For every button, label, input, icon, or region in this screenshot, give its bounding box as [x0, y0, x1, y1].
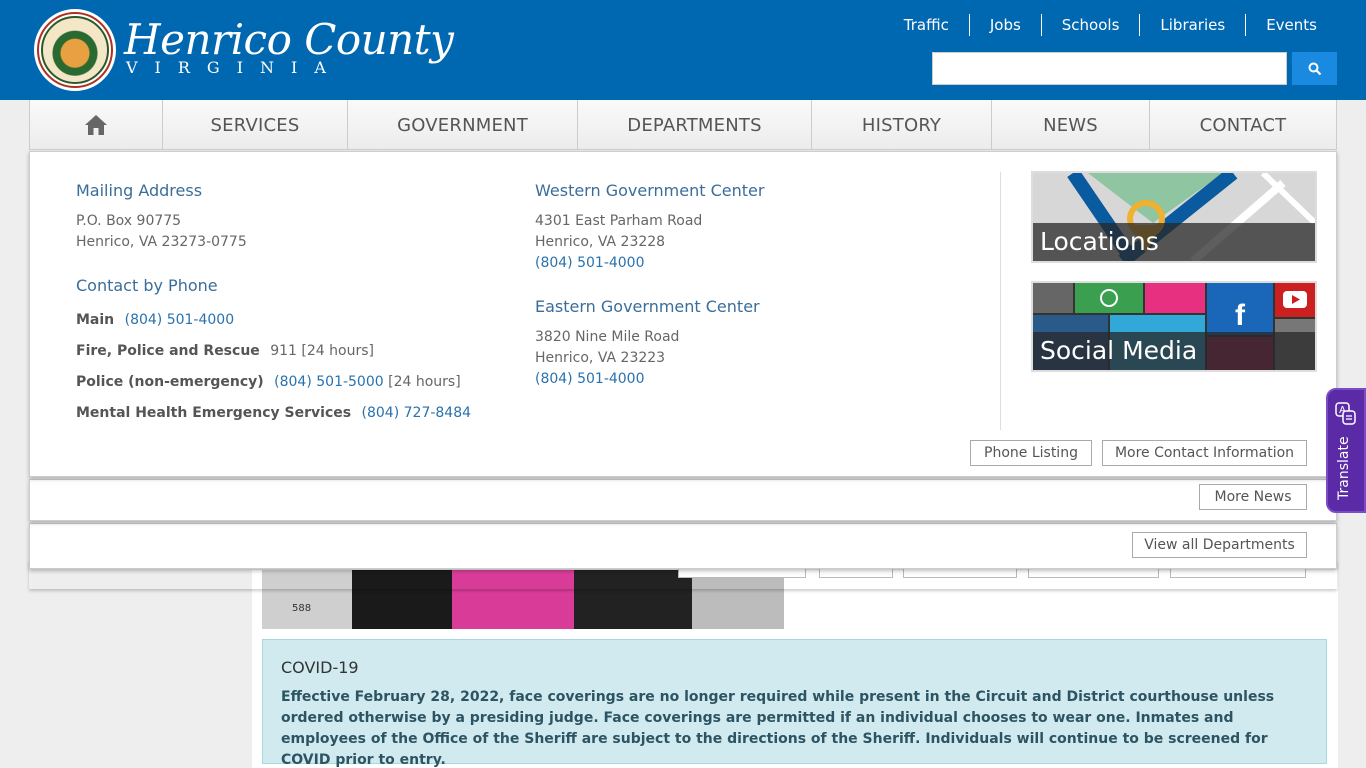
nav-contact[interactable]: CONTACT [1149, 100, 1337, 150]
site-header: Henrico County VIRGINIA Traffic Jobs Sch… [0, 0, 1366, 100]
translate-label: Translate [1336, 436, 1352, 500]
eastern-center-address: 3820 Nine Mile Road Henrico, VA 23223 (8… [535, 327, 679, 390]
nav-news[interactable]: NEWS [991, 100, 1149, 150]
western-phone-link[interactable]: (804) 501-4000 [535, 253, 702, 274]
eastern-line2: Henrico, VA 23223 [535, 350, 666, 366]
covid-title: COVID-19 [281, 658, 359, 677]
toplink-events[interactable]: Events [1245, 14, 1336, 36]
social-media-tile[interactable]: f Social Media [1031, 281, 1317, 372]
phone-number-link[interactable]: (804) 727-8484 [362, 405, 472, 421]
eastern-phone-link[interactable]: (804) 501-4000 [535, 369, 679, 390]
phone-number-link[interactable]: (804) 501-5000 [274, 374, 384, 390]
phone-label: Police (non-emergency) [76, 374, 264, 390]
photo-caption-number: 588 [292, 603, 312, 614]
svg-text:f: f [1235, 299, 1246, 332]
search-icon [1308, 62, 1321, 75]
nav-services[interactable]: SERVICES [162, 100, 347, 150]
phone-label: Main [76, 312, 115, 328]
nav-home[interactable] [29, 100, 162, 150]
news-dropdown-panel: More News [29, 479, 1337, 521]
county-seal-logo[interactable] [34, 9, 116, 91]
phone-row-fire-police: Fire, Police and Rescue 911 [24 hours] [76, 343, 374, 359]
western-line1: 4301 East Parham Road [535, 213, 703, 229]
locations-tile[interactable]: Locations [1031, 171, 1317, 263]
seal-ring [37, 12, 113, 88]
home-icon [85, 115, 107, 135]
nav-government[interactable]: GOVERNMENT [347, 100, 577, 150]
eastern-line1: 3820 Nine Mile Road [535, 329, 680, 345]
view-all-departments-button[interactable]: View all Departments [1132, 532, 1307, 558]
toplink-libraries[interactable]: Libraries [1139, 14, 1245, 36]
mailing-line1: P.O. Box 90775 [76, 213, 182, 229]
toplink-schools[interactable]: Schools [1040, 14, 1140, 36]
phone-label: Fire, Police and Rescue [76, 343, 260, 359]
toplink-jobs[interactable]: Jobs [968, 14, 1041, 36]
eastern-center-heading: Eastern Government Center [535, 297, 760, 316]
panel-divider [1000, 172, 1001, 430]
search-button[interactable] [1292, 52, 1337, 85]
phone-number: 911 [24 hours] [270, 343, 374, 359]
contact-dropdown-panel: Mailing Address P.O. Box 90775 Henrico, … [29, 151, 1337, 477]
covid-notice: COVID-19 Effective February 28, 2022, fa… [262, 639, 1327, 768]
phone-listing-button[interactable]: Phone Listing [970, 440, 1092, 466]
more-news-button[interactable]: More News [1199, 484, 1307, 510]
phone-number-link[interactable]: (804) 501-4000 [125, 312, 235, 328]
main-nav: SERVICES GOVERNMENT DEPARTMENTS HISTORY … [29, 100, 1337, 150]
nav-history[interactable]: HISTORY [811, 100, 991, 150]
translate-icon: A [1335, 402, 1356, 425]
more-contact-info-button[interactable]: More Contact Information [1102, 440, 1307, 466]
brand-wordmark[interactable]: Henrico County VIRGINIA [124, 15, 454, 78]
translate-widget[interactable]: A Translate [1326, 388, 1366, 513]
social-media-tile-label: Social Media [1033, 332, 1315, 370]
phone-row-main: Main (804) 501-4000 [76, 312, 234, 328]
brand-name: Henrico County [124, 15, 454, 64]
western-center-address: 4301 East Parham Road Henrico, VA 23228 … [535, 211, 702, 274]
phone-row-mental-health: Mental Health Emergency Services (804) 7… [76, 405, 471, 421]
locations-tile-label: Locations [1033, 223, 1315, 261]
phone-label: Mental Health Emergency Services [76, 405, 352, 421]
phone-row-police-nonemergency: Police (non-emergency) (804) 501-5000 [2… [76, 374, 461, 390]
western-center-heading: Western Government Center [535, 181, 765, 200]
mailing-address: P.O. Box 90775 Henrico, VA 23273-0775 [76, 211, 247, 253]
utility-links: Traffic Jobs Schools Libraries Events [884, 14, 1336, 36]
phone-note: [24 hours] [388, 374, 461, 390]
toplink-traffic[interactable]: Traffic [884, 14, 969, 36]
nav-departments[interactable]: DEPARTMENTS [577, 100, 811, 150]
search-input[interactable] [932, 52, 1287, 85]
western-line2: Henrico, VA 23228 [535, 234, 666, 250]
departments-dropdown-panel: View all Departments [29, 523, 1337, 569]
mailing-line2: Henrico, VA 23273-0775 [76, 234, 247, 250]
mailing-address-heading: Mailing Address [76, 181, 203, 200]
covid-text: Effective February 28, 2022, face coveri… [281, 689, 1275, 768]
contact-by-phone-heading: Contact by Phone [76, 276, 218, 295]
